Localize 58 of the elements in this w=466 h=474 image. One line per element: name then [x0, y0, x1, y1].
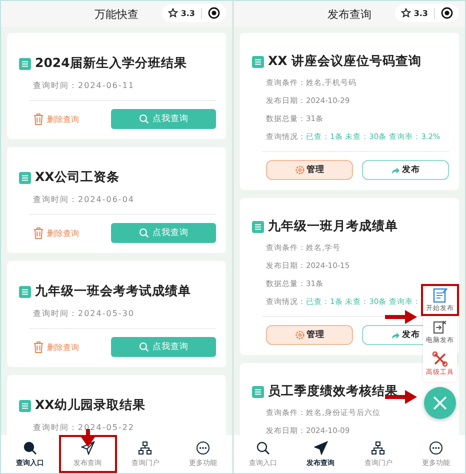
arrow-annotation: [81, 429, 95, 447]
search-icon: [22, 440, 37, 454]
tools-icon: [432, 351, 448, 367]
rating-text: 3.3: [414, 8, 428, 18]
delete-button[interactable]: 删除查询: [19, 341, 79, 353]
record-icon[interactable]: [208, 7, 220, 19]
import-icon: [432, 319, 448, 335]
card-title: 九年级一班会考考试成绩单: [35, 283, 191, 300]
list-icon: [19, 400, 31, 412]
more-icon: [429, 440, 444, 454]
manage-button[interactable]: 管理: [266, 160, 353, 180]
card-title: 2024届新生入学分班结果: [35, 55, 187, 72]
search-icon: [138, 114, 148, 124]
query-button[interactable]: 点我查询: [111, 223, 216, 243]
delete-button[interactable]: 删除查询: [19, 227, 79, 239]
search-icon: [256, 440, 270, 454]
list-icon: [252, 56, 264, 68]
list-icon: [252, 386, 264, 398]
query-button[interactable]: 点我查询: [111, 337, 216, 357]
star-icon[interactable]: [400, 8, 411, 18]
query-time: 查询时间：2024-06-04: [33, 194, 136, 205]
list-icon: [19, 286, 31, 298]
hierarchy-icon: [138, 440, 152, 454]
gear-icon: [294, 330, 304, 340]
arrow-annotation: [385, 310, 417, 324]
rating-text: 3.3: [180, 8, 195, 18]
query-button[interactable]: 点我查询: [111, 109, 216, 129]
screen-title: 万能快查: [94, 6, 138, 22]
manage-button[interactable]: 管理: [266, 325, 353, 345]
trash-icon: [33, 227, 44, 239]
screen-title: 发布查询: [328, 6, 372, 22]
card-title: XX 讲座会议座位号码查询: [268, 53, 422, 70]
close-icon: [433, 396, 447, 410]
delete-button[interactable]: 删除查询: [19, 113, 79, 125]
star-icon[interactable]: [168, 8, 178, 18]
card-title: XX公司工资条: [35, 169, 120, 186]
paper-plane-icon: [314, 440, 328, 454]
more-icon: [196, 440, 210, 454]
gear-icon: [294, 165, 304, 175]
card-title: XX幼儿园录取结果: [35, 397, 146, 414]
publish-button[interactable]: 发布: [362, 160, 449, 180]
card-title: 九年级一班月考成绩单: [268, 218, 398, 235]
trash-icon: [33, 341, 44, 353]
query-time: 查询时间：2024-05-22: [33, 422, 136, 433]
list-icon: [19, 58, 31, 70]
search-icon: [138, 342, 148, 352]
hierarchy-icon: [371, 440, 386, 454]
search-icon: [138, 228, 148, 238]
list-icon: [252, 220, 264, 232]
edit-document-icon: [432, 287, 448, 303]
list-icon: [19, 172, 31, 184]
trash-icon: [33, 113, 44, 125]
query-time: 查询时间：2024-05-30: [33, 308, 136, 319]
query-time: 查询时间：2024-06-11: [33, 80, 136, 91]
paper-plane-icon: [80, 440, 95, 454]
share-icon: [391, 166, 400, 174]
share-icon: [391, 330, 400, 340]
record-icon[interactable]: [441, 7, 453, 19]
